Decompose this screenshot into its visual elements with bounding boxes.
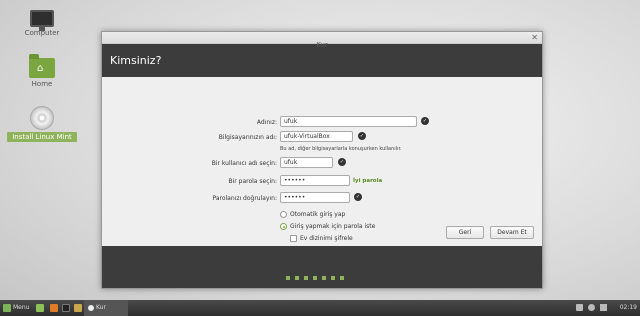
desktop-icon-home[interactable]: ⌂ Home xyxy=(7,54,77,88)
check-icon: ✓ xyxy=(421,117,429,125)
desktop-icon-install[interactable]: Install Linux Mint xyxy=(7,106,77,142)
progress-dot xyxy=(304,276,308,280)
desktop-icon-computer[interactable]: Computer xyxy=(7,10,77,37)
form-area: Adınız: ufuk ✓ Bilgisayarınızın adı: ufu… xyxy=(102,78,542,242)
firefox-icon[interactable] xyxy=(50,304,58,312)
network-icon[interactable] xyxy=(576,304,583,311)
files-icon[interactable] xyxy=(74,304,82,312)
encrypt-home-label: Ev dizinimi şifrele xyxy=(300,235,353,242)
name-label: Adınız: xyxy=(256,119,277,126)
terminal-icon[interactable] xyxy=(62,304,70,312)
close-icon[interactable]: ✕ xyxy=(531,32,538,44)
volume-icon[interactable] xyxy=(588,304,595,311)
require-password-radio[interactable] xyxy=(280,223,287,230)
update-icon[interactable] xyxy=(600,304,607,311)
disc-icon xyxy=(30,106,54,130)
menu-label: Menu xyxy=(13,304,30,311)
computer-icon xyxy=(30,10,54,31)
show-desktop-icon[interactable] xyxy=(36,304,44,312)
encrypt-home-checkbox[interactable] xyxy=(290,235,297,242)
username-field[interactable]: ufuk xyxy=(280,157,333,168)
home-folder-icon: ⌂ xyxy=(29,54,55,78)
check-icon: ✓ xyxy=(338,158,346,166)
taskbar-task-kur[interactable]: Kur xyxy=(84,300,128,316)
computer-name-label: Bilgisayarınızın adı: xyxy=(218,134,277,141)
taskbar: Menu Kur 02:19 xyxy=(0,300,640,316)
window-titlebar[interactable]: Kur ✕ xyxy=(102,32,542,49)
autologin-radio[interactable] xyxy=(280,211,287,218)
desktop-icon-label: Install Linux Mint xyxy=(7,132,77,142)
progress-dots xyxy=(286,265,349,284)
computer-name-hint: Bu ad, diğer bilgisayarlarla konuşurken … xyxy=(280,146,402,152)
progress-dot xyxy=(286,276,290,280)
progress-footer xyxy=(102,246,542,288)
desktop-icon-label: Home xyxy=(31,80,53,88)
username-label: Bir kullanıcı adı seçin: xyxy=(211,160,277,167)
installer-icon xyxy=(88,304,94,311)
clock[interactable]: 02:19 xyxy=(620,300,637,316)
check-icon: ✓ xyxy=(358,132,366,140)
autologin-label: Otomatik giriş yap xyxy=(290,211,346,218)
confirm-password-label: Parolanızı doğrulayın: xyxy=(212,195,277,202)
window-title: Kur xyxy=(316,41,328,49)
password-label: Bir parola seçin: xyxy=(228,178,277,185)
confirm-password-field[interactable]: •••••• xyxy=(280,192,350,203)
mint-menu-icon xyxy=(3,303,11,312)
progress-dot xyxy=(331,276,335,280)
name-field[interactable]: ufuk xyxy=(280,116,417,127)
continue-button[interactable]: Devam Et xyxy=(490,226,534,239)
progress-dot xyxy=(340,276,344,280)
progress-dot xyxy=(295,276,299,280)
check-icon: ✓ xyxy=(354,193,362,201)
progress-dot xyxy=(313,276,317,280)
progress-dot xyxy=(322,276,326,280)
installer-window: Kur ✕ Kimsiniz? Adınız: ufuk ✓ Bilgisaya… xyxy=(101,31,543,289)
password-field[interactable]: •••••• xyxy=(280,175,350,186)
task-label: Kur xyxy=(96,304,106,311)
computer-name-field[interactable]: ufuk-VirtualBox xyxy=(280,131,353,142)
back-button[interactable]: Geri xyxy=(446,226,484,239)
menu-button[interactable]: Menu xyxy=(3,300,29,316)
password-strength: İyi parola xyxy=(353,178,383,184)
require-password-label: Giriş yapmak için parola iste xyxy=(290,223,376,230)
